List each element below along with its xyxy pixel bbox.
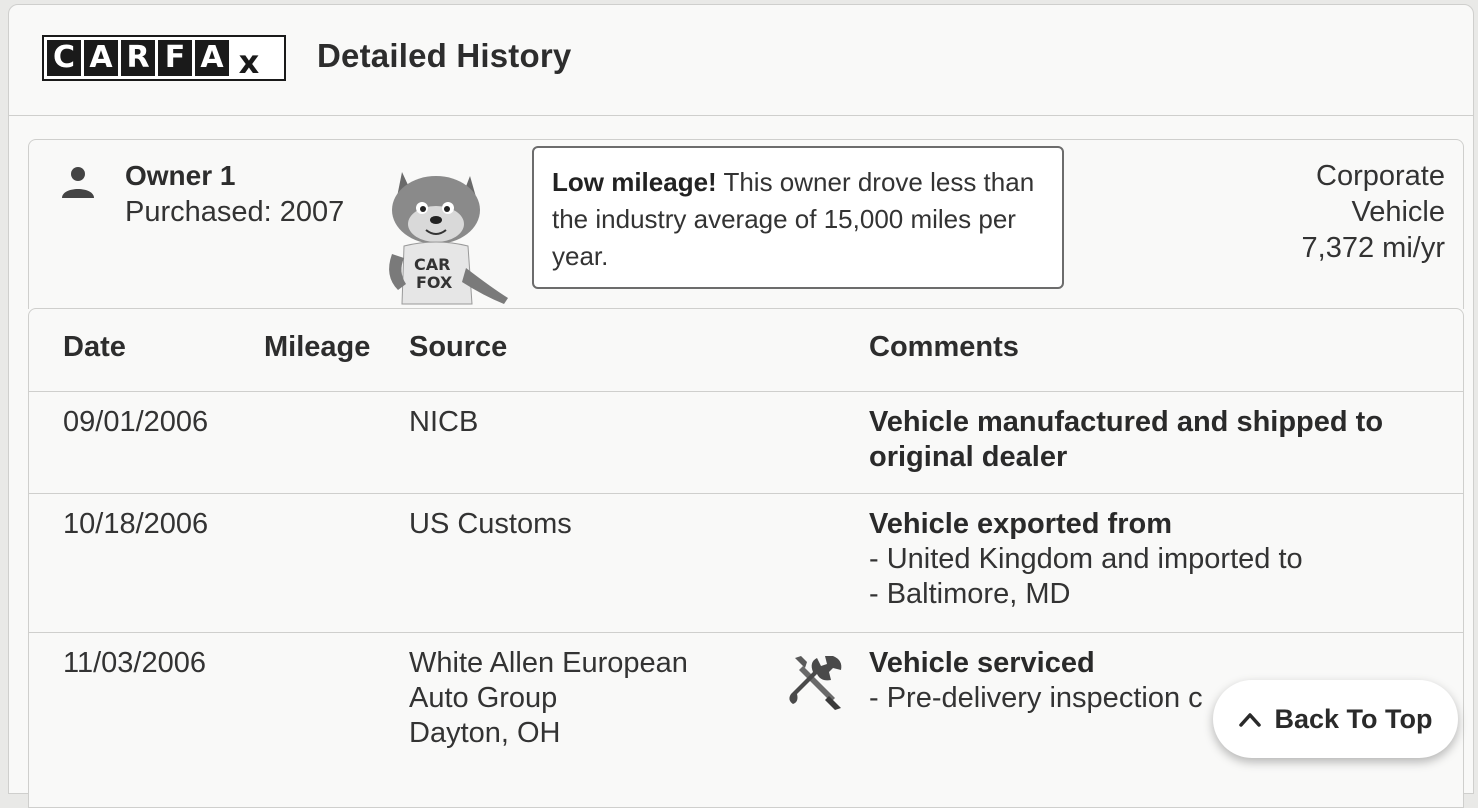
table-header: Date Mileage Source Comments bbox=[29, 309, 1463, 392]
column-header-source: Source bbox=[409, 331, 508, 363]
column-header-comments: Comments bbox=[869, 331, 1019, 363]
logo-letter: F bbox=[158, 40, 192, 76]
source-line: White Allen European bbox=[409, 647, 688, 679]
person-icon bbox=[62, 167, 94, 198]
table-row: 09/01/2006 NICB Vehicle manufactured and… bbox=[29, 391, 1463, 494]
tip-highlight: Low mileage! bbox=[552, 167, 717, 197]
row-date: 11/03/2006 bbox=[63, 647, 206, 679]
comment-line: - United Kingdom and imported to bbox=[869, 543, 1303, 575]
row-date: 09/01/2006 bbox=[63, 406, 209, 438]
row-source: White Allen European Auto Group Dayton, … bbox=[409, 646, 688, 751]
wrench-screwdriver-icon bbox=[789, 656, 842, 710]
source-line: Dayton, OH bbox=[409, 717, 561, 749]
logo-letter: A bbox=[195, 40, 229, 76]
logo-letter: C bbox=[47, 40, 81, 76]
logo-letter: R bbox=[121, 40, 155, 76]
chevron-up-icon bbox=[1239, 713, 1262, 727]
logo-letter: x bbox=[232, 40, 266, 81]
column-header-mileage: Mileage bbox=[264, 331, 371, 363]
history-page: C A R F A x Detailed History Owner 1 Pur… bbox=[8, 4, 1474, 808]
comment-title: Vehicle manufactured and shipped to orig… bbox=[869, 406, 1384, 473]
vehicle-type-line2: Vehicle bbox=[1351, 196, 1445, 228]
mileage-rate: 7,372 mi/yr bbox=[1301, 232, 1445, 264]
source-line: Auto Group bbox=[409, 682, 558, 714]
section-title: Detailed History bbox=[317, 37, 572, 74]
back-to-top-label: Back To Top bbox=[1274, 703, 1433, 734]
comment-title: Vehicle serviced bbox=[869, 647, 1095, 679]
row-source: NICB bbox=[409, 406, 479, 438]
owner-name: Owner 1 bbox=[125, 160, 236, 191]
low-mileage-tip: Low mileage! This owner drove less than … bbox=[532, 146, 1064, 289]
svg-text:CAR: CAR bbox=[414, 255, 450, 274]
row-source: US Customs bbox=[409, 508, 572, 540]
carfox-mascot-icon: CAR FOX bbox=[389, 172, 508, 305]
owner-usage: Corporate Vehicle 7,372 mi/yr bbox=[1302, 158, 1445, 266]
column-header-date: Date bbox=[63, 331, 126, 363]
svg-text:FOX: FOX bbox=[416, 273, 453, 292]
logo-letter: A bbox=[84, 40, 118, 76]
row-comment: Vehicle exported from - United Kingdom a… bbox=[869, 507, 1429, 612]
carfax-logo[interactable]: C A R F A x bbox=[42, 35, 286, 81]
comment-title: Vehicle exported from bbox=[869, 508, 1172, 540]
section-header: C A R F A x Detailed History bbox=[9, 5, 1473, 116]
vehicle-type-line1: Corporate bbox=[1316, 160, 1445, 192]
back-to-top-button[interactable]: Back To Top bbox=[1213, 680, 1458, 758]
row-date: 10/18/2006 bbox=[63, 508, 209, 540]
owner-summary: Owner 1 Purchased: 2007 CAR FOX Low mile… bbox=[28, 139, 1464, 309]
table-row: 10/18/2006 US Customs Vehicle exported f… bbox=[29, 493, 1463, 633]
comment-line: - Baltimore, MD bbox=[869, 578, 1071, 610]
row-comment: Vehicle manufactured and shipped to orig… bbox=[869, 405, 1429, 475]
owner-purchased-year: Purchased: 2007 bbox=[125, 196, 345, 228]
